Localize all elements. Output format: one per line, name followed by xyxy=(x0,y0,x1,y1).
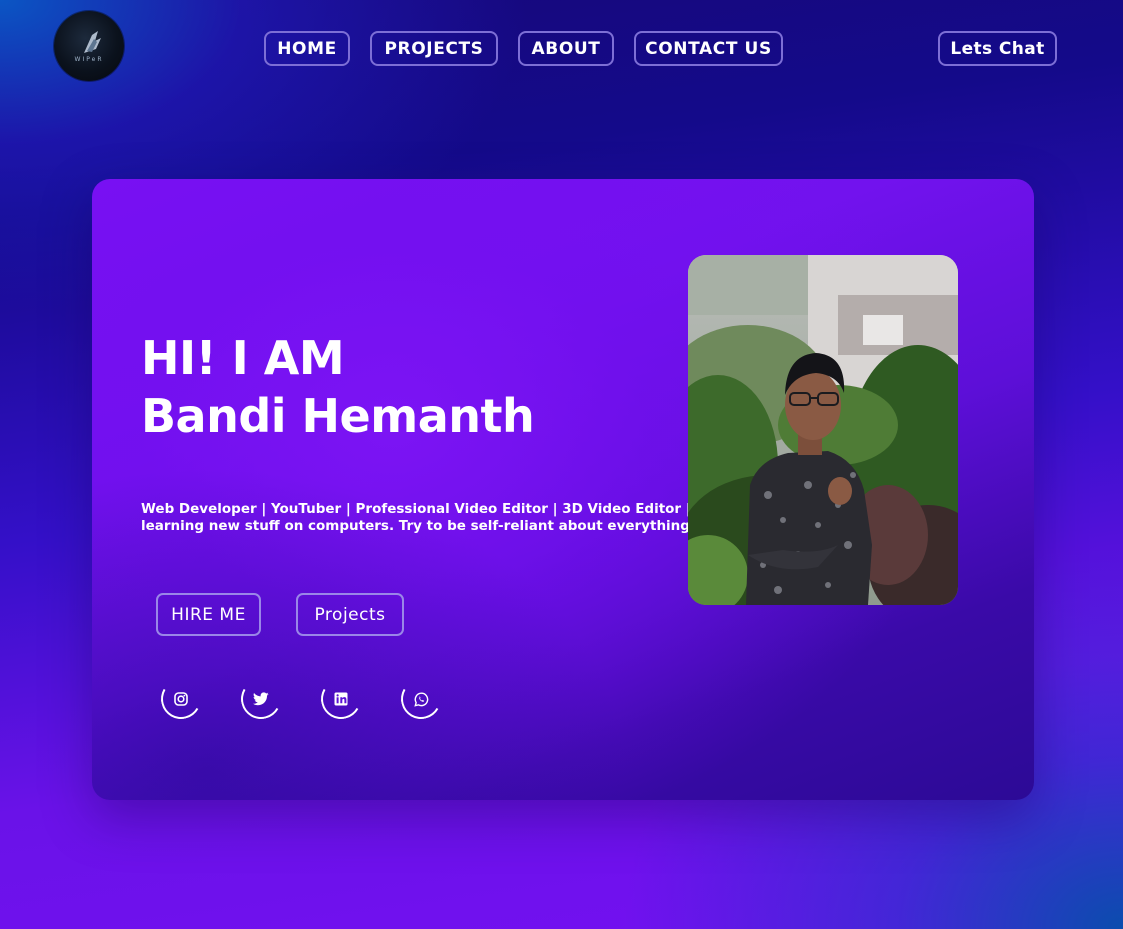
lets-chat-button[interactable]: Lets Chat xyxy=(938,31,1057,66)
name-line: Bandi Hemanth xyxy=(141,389,535,443)
linkedin-link[interactable] xyxy=(316,674,366,724)
nav-home-button[interactable]: HOME xyxy=(264,31,350,66)
greeting-line: HI! I AM xyxy=(141,331,345,385)
ring-decoration xyxy=(236,674,286,724)
hero-card: HI! I AM Bandi Hemanth Web Developer | Y… xyxy=(92,179,1034,800)
site-logo[interactable]: WIPeR xyxy=(54,11,124,81)
hero-heading: HI! I AM Bandi Hemanth xyxy=(141,329,535,445)
hero-bio: Web Developer | YouTuber | Professional … xyxy=(141,501,701,535)
wing-logo-icon xyxy=(84,31,101,53)
bio-line-1: Web Developer | YouTuber | Professional … xyxy=(141,501,701,517)
ring-decoration xyxy=(316,674,366,724)
ring-decoration xyxy=(156,674,206,724)
nav-contact-button[interactable]: CONTACT US xyxy=(634,31,783,66)
bio-line-2: learning new stuff on computers. Try to … xyxy=(141,518,696,534)
hire-me-button[interactable]: HIRE ME xyxy=(156,593,261,636)
profile-photo xyxy=(688,255,958,605)
profile-photo-illustration xyxy=(688,255,958,605)
twitter-link[interactable] xyxy=(236,674,286,724)
whatsapp-link[interactable] xyxy=(396,674,446,724)
projects-button[interactable]: Projects xyxy=(296,593,404,636)
nav-about-button[interactable]: ABOUT xyxy=(518,31,614,66)
logo-text: WIPeR xyxy=(74,56,104,63)
instagram-link[interactable] xyxy=(156,674,206,724)
nav-projects-button[interactable]: PROJECTS xyxy=(370,31,498,66)
ring-decoration xyxy=(396,674,446,724)
